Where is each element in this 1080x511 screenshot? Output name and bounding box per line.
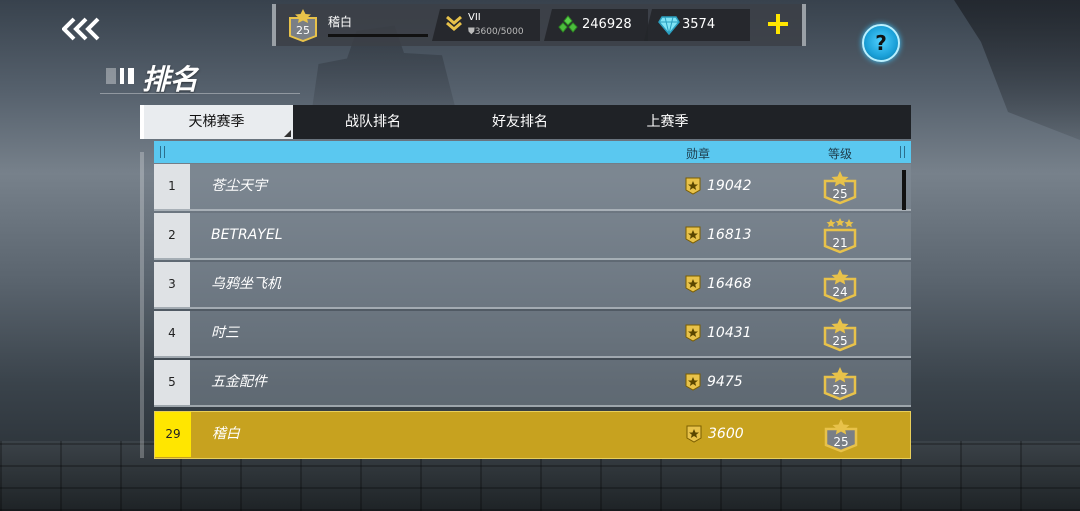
medal-star-icon [685, 275, 701, 293]
ranking-row[interactable]: 5 五金配件 9475 25 [154, 360, 911, 407]
question-icon: ? [875, 31, 887, 55]
row-rank: 3 [154, 262, 190, 307]
medal-star-icon [685, 226, 701, 244]
svg-text:25: 25 [832, 383, 847, 397]
row-player-name: 五金配件 [211, 374, 267, 390]
level-badge-icon: 24 [823, 269, 857, 303]
title-decoration [106, 68, 134, 84]
header-medals: 勋章 [686, 147, 711, 161]
crystal-display[interactable]: 246928 [544, 9, 648, 41]
level-badge-icon: 25 [823, 318, 857, 352]
row-medals: 19042 [707, 178, 752, 194]
level-badge-icon: 25 [824, 419, 858, 453]
row-player-name: 时三 [211, 325, 239, 341]
ranking-row[interactable]: 4 时三 10431 25 [154, 311, 911, 358]
row-medals: 16468 [707, 276, 752, 292]
player-level-text: 25 [296, 24, 310, 37]
row-player-name: 苍尘天宇 [211, 178, 267, 194]
level-badge-icon: 25 [823, 367, 857, 401]
top-resource-bar: 25 稽白 VII ⛊3600/5000 246928 3574 [272, 4, 806, 46]
green-crystal-icon [558, 15, 578, 33]
row-rank: 4 [154, 311, 190, 356]
scroll-thumb[interactable] [902, 170, 906, 210]
row-rank: 2 [154, 213, 190, 258]
player-name: 稽白 [328, 15, 353, 29]
list-header: 勋章 等级 [154, 141, 911, 163]
back-button[interactable] [61, 17, 102, 41]
self-name: 稽白 [212, 426, 240, 442]
scroll-rail[interactable] [140, 152, 144, 458]
diamond-value: 3574 [682, 17, 716, 32]
svg-text:25: 25 [832, 334, 847, 348]
svg-text:25: 25 [832, 187, 847, 201]
ranking-row[interactable]: 2 BETRAYEL 16813 21 [154, 213, 911, 260]
ranking-row[interactable]: 3 乌鸦坐飞机 16468 24 [154, 262, 911, 309]
row-medals: 9475 [707, 374, 743, 390]
level-badge-icon: 25 [823, 171, 857, 205]
diamond-icon [658, 16, 680, 35]
row-rank: 1 [154, 164, 190, 209]
diamond-display[interactable]: 3574 [644, 9, 750, 41]
row-medals: 16813 [707, 227, 752, 243]
double-chevron-left-icon [61, 17, 100, 41]
medal-star-icon [685, 324, 701, 342]
tab-last-season[interactable]: 上赛季 [590, 105, 745, 139]
tab-bar: 天梯赛季 战队排名 好友排名 上赛季 [140, 105, 911, 139]
add-currency-button[interactable] [764, 10, 792, 38]
tab-ladder-season[interactable]: 天梯赛季 [140, 105, 293, 139]
header-grip-right [900, 146, 905, 158]
row-rank: 5 [154, 360, 190, 405]
tab-friend-ranking[interactable]: 好友排名 [440, 105, 600, 139]
player-xp-bar [328, 34, 428, 37]
title-underline [100, 93, 300, 94]
medal-star-icon [686, 425, 702, 443]
ranking-row[interactable]: 1 苍尘天宇 19042 25 [154, 164, 911, 211]
crystal-value: 246928 [582, 17, 632, 32]
header-grip-left [160, 146, 165, 158]
row-player-name: BETRAYEL [211, 227, 283, 243]
page-title: 排名 [142, 63, 199, 96]
svg-text:24: 24 [832, 285, 847, 299]
row-medals: 10431 [707, 325, 752, 341]
rank-progress: ⛊3600/5000 [468, 27, 524, 37]
player-level-badge: 25 [289, 9, 317, 42]
rank-display[interactable]: VII ⛊3600/5000 [432, 9, 540, 41]
player-info[interactable]: 25 稽白 [282, 6, 432, 44]
header-level: 等级 [828, 147, 853, 161]
tab-active-indicator [140, 105, 144, 139]
plus-icon [768, 14, 788, 34]
rank-name: VII [468, 12, 481, 23]
level-badge-icon: 21 [823, 218, 857, 254]
svg-text:21: 21 [832, 236, 847, 250]
tab-corner-mark [284, 130, 291, 137]
tab-team-ranking[interactable]: 战队排名 [293, 105, 453, 139]
medal-star-icon [685, 373, 701, 391]
medal-small-icon: ⛊ [468, 27, 475, 37]
row-player-name: 乌鸦坐飞机 [211, 276, 281, 292]
self-ranking-row[interactable]: 29 稽白 3600 25 [154, 411, 911, 459]
rank-chevron-icon [446, 16, 462, 31]
self-medals: 3600 [708, 426, 744, 442]
svg-text:25: 25 [833, 435, 848, 449]
medal-star-icon [685, 177, 701, 195]
background-building [954, 0, 1080, 140]
help-button[interactable]: ? [862, 24, 900, 62]
self-rank: 29 [155, 412, 191, 457]
